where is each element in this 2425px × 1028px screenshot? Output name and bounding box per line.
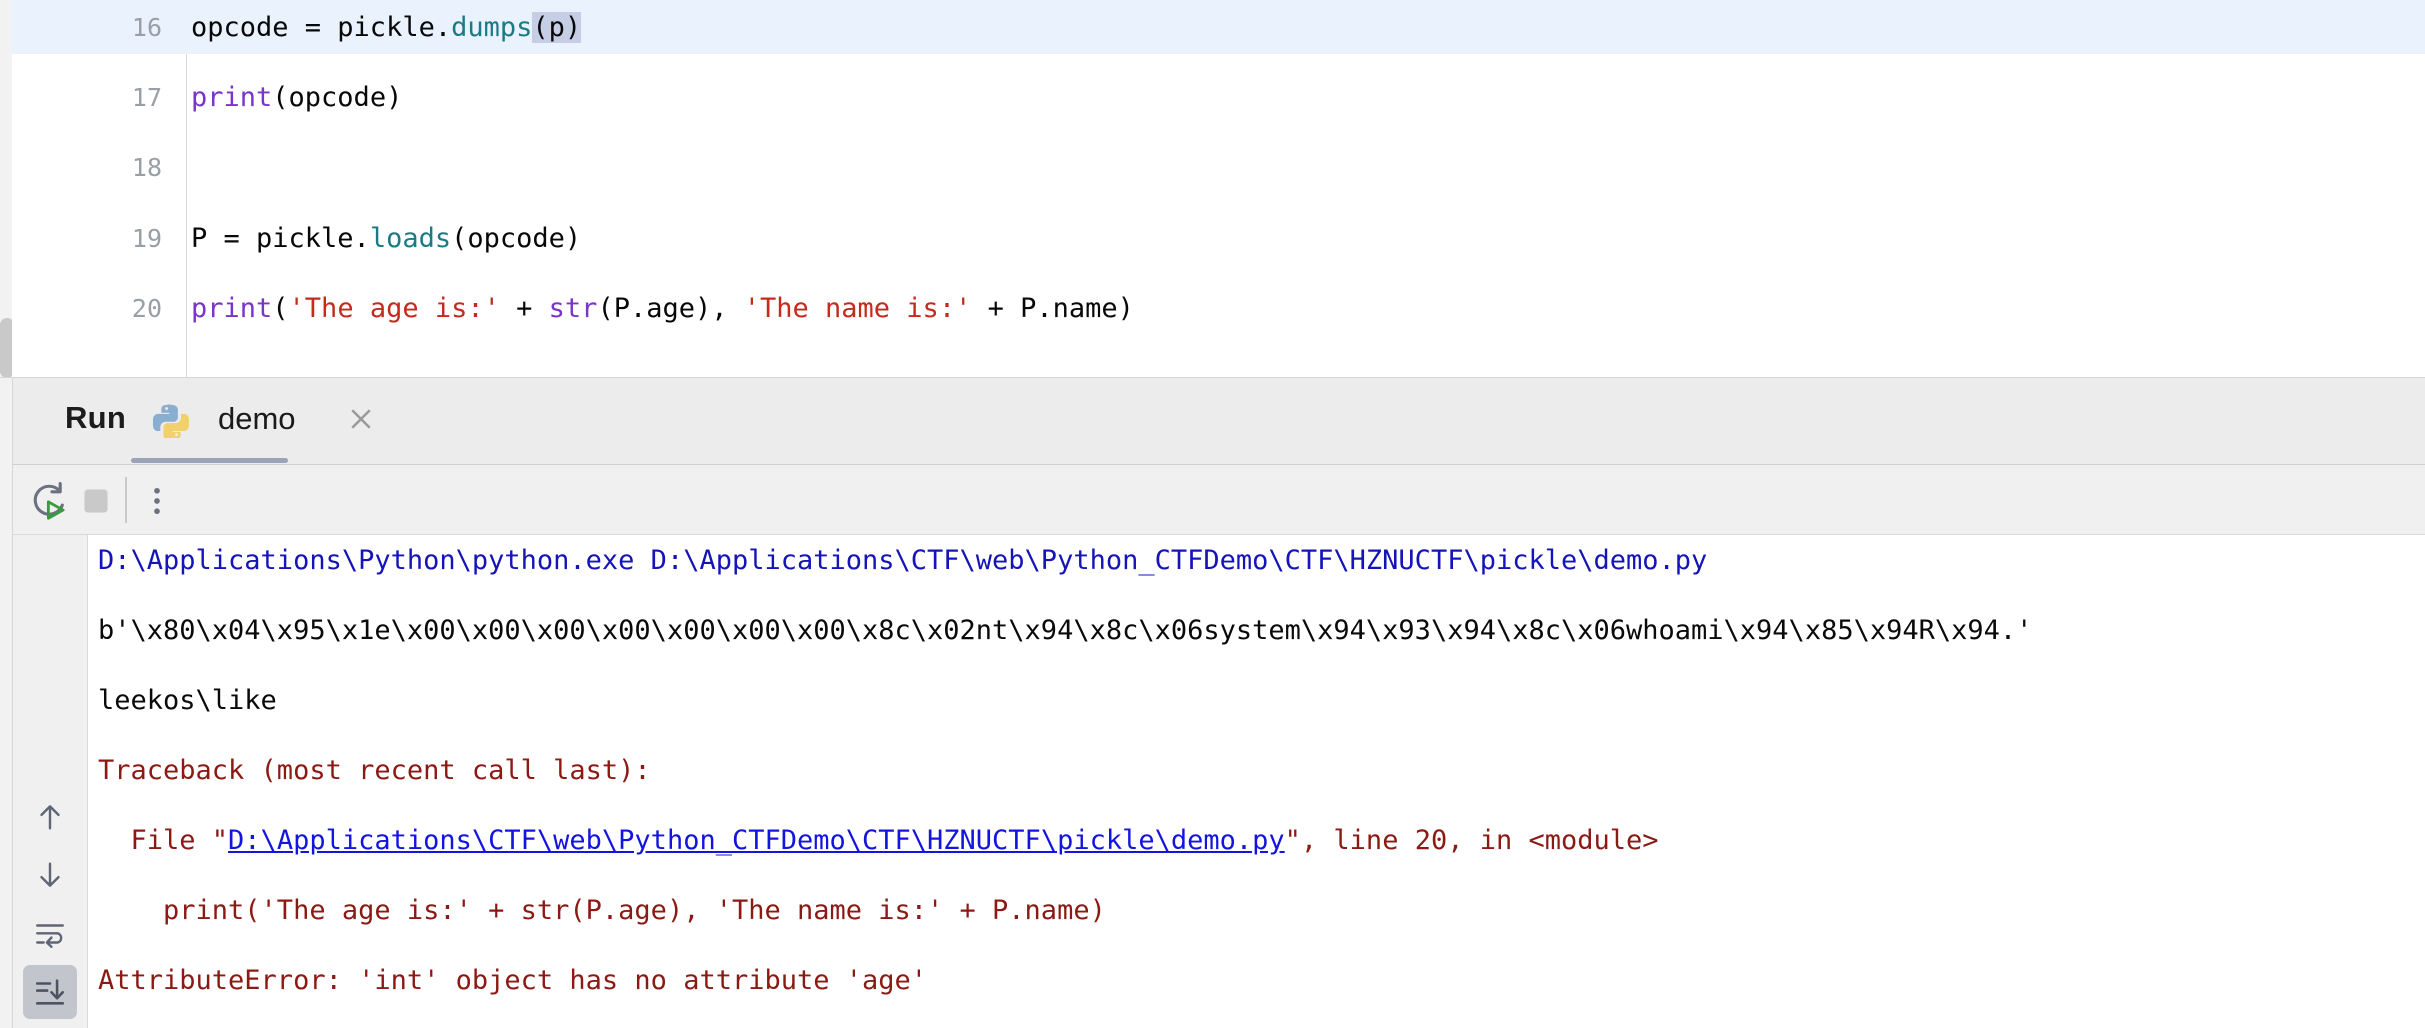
code-token: + [499, 292, 549, 324]
code-token: opcode = pickle. [191, 11, 452, 43]
soft-wrap-icon[interactable] [23, 907, 77, 961]
close-icon[interactable] [346, 404, 376, 434]
editor-line-18[interactable]: 18 [12, 140, 2425, 194]
run-toolbar [13, 465, 2425, 535]
code-token: loads [369, 222, 452, 254]
console-line-error: AttributeError: 'int' object has no attr… [98, 965, 928, 996]
code-token: (opcode) [451, 222, 582, 254]
line-number: 20 [131, 293, 162, 323]
run-tab-bar: Run demo [13, 378, 2425, 465]
line-number: 18 [131, 152, 162, 182]
scroll-up-icon[interactable] [23, 790, 77, 844]
console-line-cmd: D:\Applications\Python\python.exe D:\App… [98, 545, 1708, 576]
code-token: (opcode) [272, 81, 403, 113]
code-token: print [191, 81, 273, 113]
editor-line-19[interactable]: 19 P = pickle.loads(opcode) [12, 211, 2425, 265]
scroll-to-end-icon[interactable] [23, 965, 77, 1019]
line-code: print('The age is:' + str(P.age), 'The n… [186, 293, 1134, 324]
stop-icon[interactable] [73, 478, 119, 524]
code-token: dumps [451, 11, 533, 43]
editor-line-16[interactable]: 16 opcode = pickle.dumps(p) [12, 0, 2425, 54]
ide-window: 16 opcode = pickle.dumps(p) 17 print(opcode… [0, 0, 2425, 1028]
console-output[interactable]: D:\Applications\Python\python.exe D:\App… [88, 535, 2425, 1028]
console-line-source: print('The age is:' + str(P.age), 'The n… [98, 895, 1106, 926]
line-code: P = pickle.loads(opcode) [186, 223, 581, 254]
code-editor[interactable]: 16 opcode = pickle.dumps(p) 17 print(opcode… [0, 0, 2425, 378]
console-line-prefix: File " [98, 825, 229, 856]
run-tab-label: demo [218, 401, 296, 436]
console-line-suffix: ", line 20, in <module> [1284, 825, 1659, 856]
scroll-down-icon[interactable] [23, 848, 77, 902]
console-line-whoami: leekos\like [98, 685, 277, 716]
line-number: 16 [131, 12, 162, 42]
console-line-bytes: b'\x80\x04\x95\x1e\x00\x00\x00\x00\x00\x… [98, 615, 2033, 646]
code-token: 'The age is:' [288, 292, 500, 324]
run-window-left-strip [0, 378, 12, 1028]
line-number: 17 [131, 82, 162, 112]
rerun-icon[interactable] [27, 478, 73, 524]
run-tool-window: Run demo D:\Applications\Python\python.e… [0, 378, 2425, 1028]
run-tab-active-indicator [131, 458, 288, 463]
line-code: opcode = pickle.dumps(p) [186, 11, 582, 43]
more-options-icon[interactable] [135, 478, 179, 524]
code-token: str [548, 292, 598, 324]
console-file-link[interactable]: D:\Applications\CTF\web\Python_CTFDemo\C… [228, 825, 1285, 856]
python-icon [152, 402, 190, 441]
code-token: print [191, 292, 273, 324]
toolbar-separator [125, 477, 127, 523]
console-line-traceback: Traceback (most recent call last): [98, 755, 651, 786]
console-side-toolbar [13, 535, 87, 1028]
code-token: P = pickle. [191, 222, 370, 254]
code-token: (p) [532, 11, 582, 43]
code-token: (P.age), [597, 292, 744, 324]
editor-line-20[interactable]: 20 print('The age is:' + str(P.age), 'The… [12, 281, 2425, 335]
code-token: + P.name) [971, 292, 1134, 324]
code-token: ( [272, 292, 289, 324]
code-token: 'The name is:' [743, 292, 972, 324]
run-window-title: Run [65, 400, 127, 435]
console-line-file: File "D:\Applications\CTF\web\Python_CTF… [98, 827, 1659, 854]
editor-line-17[interactable]: 17 print(opcode) [12, 70, 2425, 124]
run-tab-demo[interactable]: demo [152, 378, 379, 465]
line-number: 19 [131, 223, 162, 253]
line-code: print(opcode) [186, 82, 402, 113]
